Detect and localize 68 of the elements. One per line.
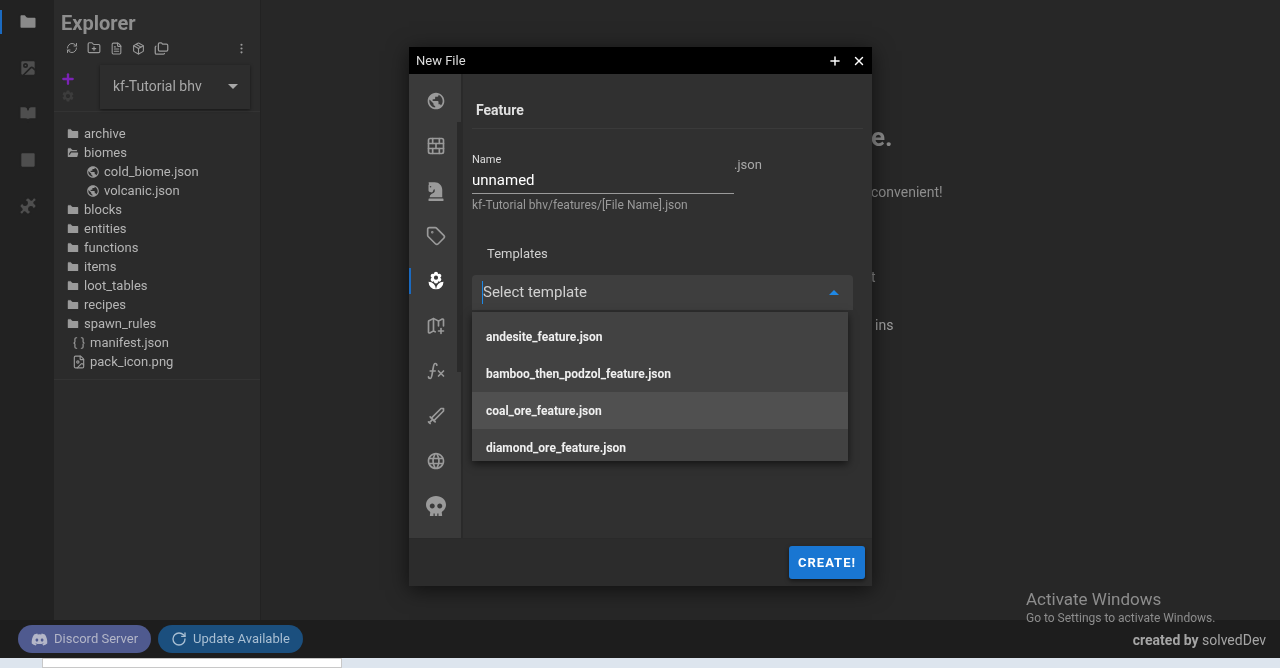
open-folder-icon xyxy=(66,145,80,160)
skull-icon xyxy=(426,496,446,516)
tree-item[interactable]: volcanic.json xyxy=(54,181,260,200)
path-hint: kf-Tutorial bhv/features/[File Name].json xyxy=(472,196,689,214)
template-option[interactable]: coal_ore_feature.json xyxy=(472,392,848,429)
braces-icon xyxy=(72,335,86,350)
folder-icon xyxy=(66,297,80,312)
taskbar-search-field[interactable] xyxy=(42,658,342,668)
tree-item[interactable]: loot_tables xyxy=(54,276,260,295)
create-button[interactable]: CREATE! xyxy=(789,546,865,579)
new-folder-icon[interactable] xyxy=(87,41,101,55)
flower-icon xyxy=(426,271,446,291)
tree-item[interactable]: archive xyxy=(54,124,260,143)
globe-icon xyxy=(86,183,100,198)
function-icon xyxy=(426,361,446,381)
explorer-title: Explorer xyxy=(60,10,137,36)
tree-item[interactable]: cold_biome.json xyxy=(54,162,260,181)
project-select[interactable]: kf-Tutorial bhv xyxy=(100,64,250,109)
section-title: Feature xyxy=(472,74,863,129)
tree-item[interactable]: biomes xyxy=(54,143,260,162)
globe-icon xyxy=(426,91,446,111)
map-plus-icon xyxy=(426,316,446,336)
welcome-text: ins xyxy=(875,316,895,335)
brick-wall-icon xyxy=(426,136,446,156)
welcome-text: t xyxy=(871,268,877,287)
plus-icon[interactable] xyxy=(828,53,842,68)
tree-item[interactable]: manifest.json xyxy=(54,333,260,352)
tree-item[interactable]: items xyxy=(54,257,260,276)
folder-icon xyxy=(66,126,80,141)
folder-icon xyxy=(66,221,80,236)
template-select[interactable]: Select template xyxy=(472,275,853,310)
templates-label: Templates xyxy=(486,244,549,263)
welcome-text: convenient! xyxy=(871,183,944,202)
folder-icon xyxy=(66,240,80,255)
update-icon xyxy=(171,631,188,647)
folder-icon xyxy=(66,202,80,217)
chess-knight-icon xyxy=(426,181,446,201)
folder-icon xyxy=(66,316,80,331)
extension-label: .json xyxy=(734,156,762,174)
image-file-icon xyxy=(72,354,86,369)
tree-item[interactable]: pack_icon.png xyxy=(54,352,260,371)
tree-item[interactable]: blocks xyxy=(54,200,260,219)
globe-icon xyxy=(86,164,100,179)
caret-icon xyxy=(228,84,238,89)
package-icon[interactable] xyxy=(132,41,145,55)
new-file-icon[interactable] xyxy=(110,41,123,55)
folder-icon xyxy=(66,259,80,274)
image-icon xyxy=(18,58,38,78)
folder-icon xyxy=(66,278,80,293)
activation-notice: Activate Windows Go to Settings to activate Windows. xyxy=(1026,588,1216,626)
tag-icon xyxy=(426,226,446,246)
template-option[interactable]: andesite_feature.json xyxy=(472,318,848,355)
template-option[interactable]: diamond_ore_feature.json xyxy=(472,429,848,461)
welcome-heading: e. xyxy=(871,121,894,154)
tree-item[interactable]: spawn_rules xyxy=(54,314,260,333)
credit-text: created by solvedDev xyxy=(1132,630,1266,650)
tree-item[interactable]: functions xyxy=(54,238,260,257)
tree-item[interactable]: entities xyxy=(54,219,260,238)
template-option[interactable]: bamboo_then_podzol_feature.json xyxy=(472,355,848,392)
refresh-icon[interactable] xyxy=(66,42,78,54)
globe-icon xyxy=(426,451,446,471)
sword-icon xyxy=(426,406,446,426)
dialog-title: New File xyxy=(416,51,467,70)
tree-item[interactable]: recipes xyxy=(54,295,260,314)
update-button[interactable]: Update Available xyxy=(158,625,303,653)
name-field[interactable]: Name unnamed xyxy=(472,152,734,194)
folders-icon[interactable] xyxy=(154,40,169,56)
caret-icon xyxy=(829,290,839,295)
